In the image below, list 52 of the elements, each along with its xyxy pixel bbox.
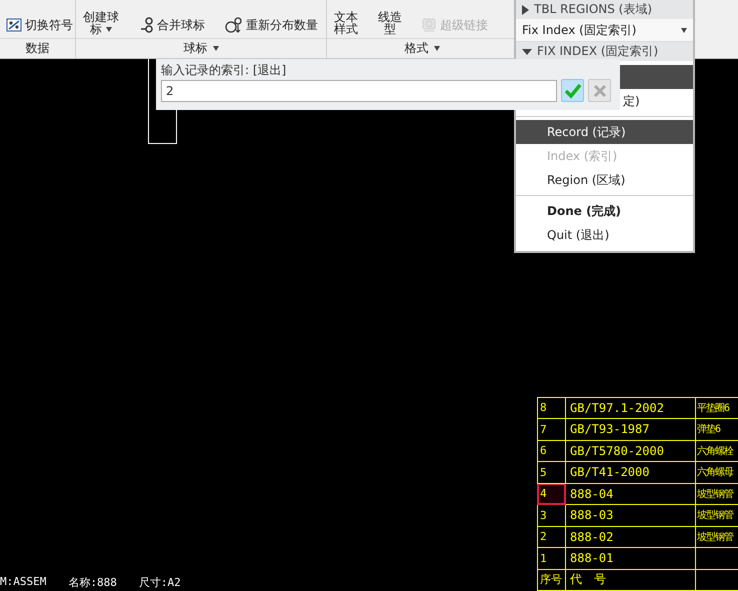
table-cell: 888-01 xyxy=(566,548,696,569)
caret-icon[interactable] xyxy=(434,46,440,52)
ribbon-tool[interactable]: 合并球标 xyxy=(138,15,207,36)
table-cell: GB/T41-2000 xyxy=(566,462,696,483)
section-title: FIX INDEX (固定索引) xyxy=(537,43,658,60)
table-cell: 5 xyxy=(538,462,566,483)
menu-item[interactable]: Quit (退出) xyxy=(516,223,693,247)
index-input-field[interactable]: 2 xyxy=(161,80,557,102)
menu-item[interactable]: Done (完成) xyxy=(516,199,693,223)
table-cell: 7 xyxy=(538,418,566,440)
table-cell: 888-03 xyxy=(566,504,696,526)
table-cell: 序号 xyxy=(538,569,566,590)
status-text: 尺寸:A2 xyxy=(138,575,181,590)
dropdown-field[interactable]: Fix Index (固定索引) xyxy=(516,19,693,42)
section-title: TBL REGIONS (表域) xyxy=(534,1,652,18)
caret-icon xyxy=(681,28,687,32)
caret-icon[interactable] xyxy=(212,46,218,52)
table-cell: 888-04 xyxy=(566,483,696,504)
check-icon xyxy=(564,82,582,98)
group-label: 球标 xyxy=(184,40,208,58)
table-cell: 8 xyxy=(538,397,566,418)
balloon-icon xyxy=(140,17,154,34)
table-cell: 6 xyxy=(538,440,566,462)
group-label: 格式 xyxy=(404,40,428,58)
table-cell: 888-02 xyxy=(566,526,696,548)
table-cell: 4 xyxy=(538,483,566,504)
table-cell: 2 xyxy=(538,526,566,548)
balloon-icon xyxy=(225,17,243,34)
ribbon-tool[interactable]: 线造型 xyxy=(375,11,405,36)
dropdown-value: Fix Index (固定索引) xyxy=(522,22,636,38)
symbol-icon xyxy=(6,17,22,34)
table-cell: 1 xyxy=(538,548,566,569)
table-cell: 代 号 xyxy=(566,569,696,590)
table-cell: GB/T93-1987 xyxy=(566,418,696,440)
table-cell: GB/T5780-2000 xyxy=(566,440,696,462)
menu-item[interactable]: Record (记录) xyxy=(516,120,693,144)
menu-item[interactable]: Region (区域) xyxy=(516,168,693,192)
ribbon-tool[interactable]: 重新分布数量 xyxy=(223,15,320,36)
table-cell: 3 xyxy=(538,504,566,526)
close-icon xyxy=(592,84,606,98)
group-label: 数据 xyxy=(26,40,50,58)
ribbon-tool[interactable]: 文本样式 xyxy=(331,11,361,36)
ribbon-tool[interactable]: 切换符号 xyxy=(4,15,75,36)
section-header[interactable]: TBL REGIONS (表域) xyxy=(516,0,693,19)
status-text: 名称:888 xyxy=(68,575,117,590)
ribbon-tool[interactable]: 创建球标 xyxy=(80,11,122,36)
section-header[interactable]: FIX INDEX (固定索引) xyxy=(516,42,693,61)
table-cell: GB/T97.1-2002 xyxy=(566,397,696,418)
prompt-label: 输入记录的索引: [退出] xyxy=(161,62,286,79)
status-text: M:ASSEM xyxy=(0,575,46,590)
table-cell: 平垫圈6 xyxy=(696,397,738,418)
link-icon xyxy=(421,17,437,34)
